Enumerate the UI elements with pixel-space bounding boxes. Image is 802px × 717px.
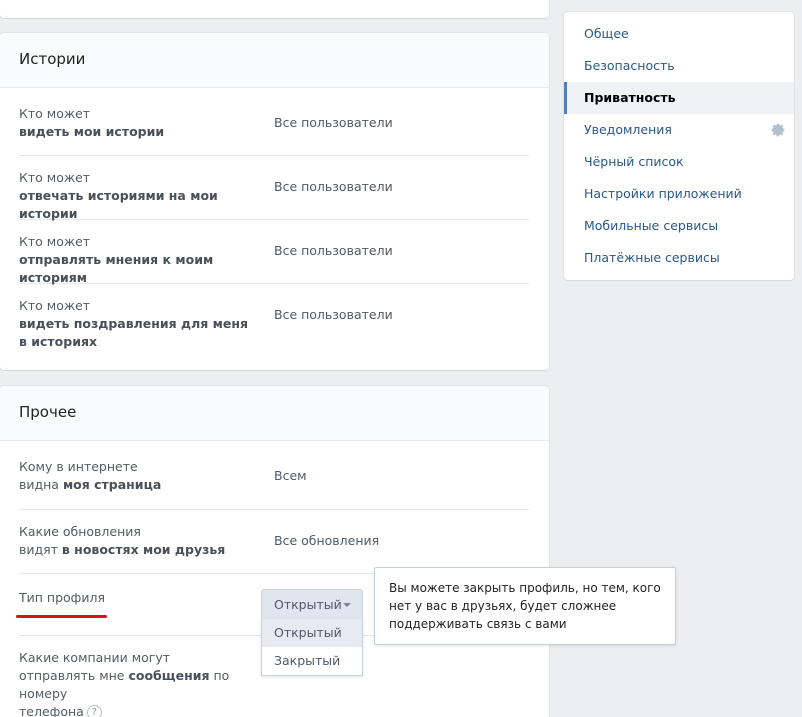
- profile-type-options: Открытый Закрытый: [261, 619, 363, 676]
- previous-section-card: [0, 0, 549, 18]
- setting-value-link[interactable]: Все пользователи: [274, 242, 393, 260]
- chevron-down-icon: [343, 603, 351, 607]
- section-title: Истории: [0, 33, 549, 88]
- setting-value-link[interactable]: Все пользователи: [274, 306, 393, 324]
- sidebar-item-blacklist[interactable]: Чёрный список: [564, 146, 794, 178]
- settings-row: Кто может отвечать историями на мои исто…: [19, 156, 529, 221]
- sidebar-item-payment-services[interactable]: Платёжные сервисы: [564, 242, 794, 274]
- sidebar-item-privacy[interactable]: Приватность: [564, 82, 794, 114]
- settings-sidebar: Общее Безопасность Приватность Уведомлен…: [564, 12, 794, 280]
- section-title: Прочее: [0, 386, 549, 441]
- sidebar-item-mobile-services[interactable]: Мобильные сервисы: [564, 210, 794, 242]
- sidebar-item-general[interactable]: Общее: [564, 18, 794, 50]
- option-closed[interactable]: Закрытый: [262, 647, 362, 675]
- sidebar-item-app-settings[interactable]: Настройки приложений: [564, 178, 794, 210]
- setting-value-link[interactable]: Все обновления: [274, 532, 379, 550]
- stories-section: Истории Кто может видеть мои истории Все…: [0, 33, 549, 370]
- sidebar-item-security[interactable]: Безопасность: [564, 50, 794, 82]
- settings-row: Кто может отправлять мнения к моим истор…: [19, 220, 529, 285]
- setting-label: Кто может видеть мои истории: [19, 106, 165, 139]
- sidebar-item-notifications[interactable]: Уведомления: [564, 114, 794, 146]
- red-underline-annotation: [16, 615, 107, 618]
- setting-label: Кто может видеть поздравления для меня в…: [19, 298, 249, 349]
- help-icon[interactable]: ?: [86, 705, 102, 717]
- setting-label: Кто может отправлять мнения к моим истор…: [19, 234, 214, 285]
- setting-value-link[interactable]: Всем: [274, 467, 307, 485]
- setting-value-link[interactable]: Все пользователи: [274, 114, 393, 132]
- setting-label: Кто может отвечать историями на мои исто…: [19, 170, 218, 221]
- option-open[interactable]: Открытый: [262, 619, 362, 647]
- profile-type-dropdown[interactable]: Открытый: [261, 589, 363, 620]
- settings-row: Кто может видеть мои истории Все пользов…: [19, 100, 529, 156]
- companies-label: Какие компании могут отправлять мне сооб…: [19, 649, 269, 717]
- settings-row: Кто может видеть поздравления для меня в…: [19, 284, 529, 370]
- other-section: Прочее Кому в интернете видна моя страни…: [0, 386, 549, 717]
- profile-type-tooltip: Вы можете закрыть профиль, но тем, кого …: [374, 567, 676, 645]
- setting-value-link[interactable]: Все пользователи: [274, 178, 393, 196]
- profile-type-label: Тип профиля: [19, 590, 105, 605]
- setting-label: Какие обновления видят в новостях мои др…: [19, 524, 226, 557]
- setting-label: Кому в интернете видна моя страница: [19, 459, 162, 492]
- settings-row: Кому в интернете видна моя страница Всем: [19, 453, 529, 510]
- settings-row: Какие обновления видят в новостях мои др…: [19, 510, 529, 574]
- gear-icon[interactable]: [770, 122, 786, 138]
